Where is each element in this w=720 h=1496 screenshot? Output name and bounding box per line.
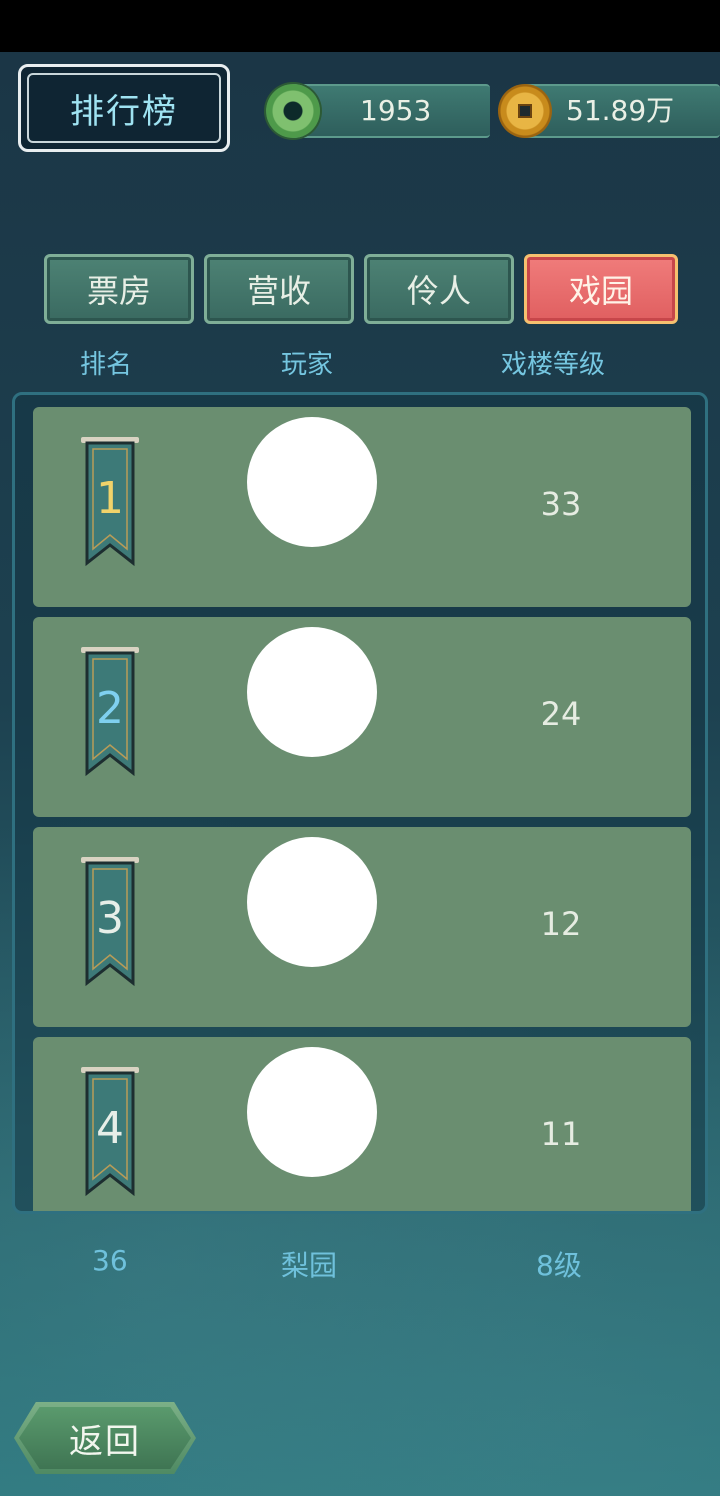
column-header-level: 戏楼等级 xyxy=(501,350,606,380)
theater-level: 12 xyxy=(540,905,582,943)
rank-number: 3 xyxy=(96,893,124,944)
avatar[interactable] xyxy=(247,627,377,757)
rank-number: 4 xyxy=(96,1103,124,1154)
coin-currency-value: 51.89万 xyxy=(566,94,675,127)
tab-label: 伶人 xyxy=(406,272,471,310)
ranking-row[interactable]: 3 12 xyxy=(33,827,691,1027)
rank-number: 2 xyxy=(96,683,124,734)
my-level: 8级 xyxy=(536,1249,582,1282)
page-title: 排行榜 xyxy=(70,91,178,132)
jade-currency-value: 1953 xyxy=(360,94,432,127)
ranking-list[interactable]: 1 33 2 24 3 12 4 11 xyxy=(12,392,708,1214)
tab-box-office[interactable]: 票房 xyxy=(44,254,194,324)
page-title-plate: 排行榜 xyxy=(18,64,230,152)
tab-label: 戏园 xyxy=(568,272,633,310)
tab-revenue[interactable]: 营收 xyxy=(204,254,354,324)
jade-disc-icon xyxy=(266,84,320,138)
theater-level: 24 xyxy=(540,695,582,733)
theater-level: 33 xyxy=(540,485,582,523)
theater-level: 11 xyxy=(540,1115,582,1153)
avatar[interactable] xyxy=(247,837,377,967)
back-button-label: 返回 xyxy=(69,1421,141,1462)
ranking-row[interactable]: 4 11 xyxy=(33,1037,691,1211)
tab-performers[interactable]: 伶人 xyxy=(364,254,514,324)
rank-number: 1 xyxy=(96,473,124,524)
ranking-row[interactable]: 2 24 xyxy=(33,617,691,817)
avatar[interactable] xyxy=(247,417,377,547)
tab-theater[interactable]: 戏园 xyxy=(524,254,678,324)
column-header-player: 玩家 xyxy=(281,350,334,380)
my-rank: 36 xyxy=(92,1244,128,1277)
my-name: 梨园 xyxy=(281,1249,338,1282)
ranking-row[interactable]: 1 33 xyxy=(33,407,691,607)
jade-currency-bar: 1953 xyxy=(290,84,490,138)
avatar[interactable] xyxy=(247,1047,377,1177)
column-header-rank: 排名 xyxy=(80,350,133,380)
tab-label: 营收 xyxy=(246,272,311,310)
copper-coin-icon xyxy=(498,84,552,138)
back-button[interactable]: 返回 xyxy=(14,1402,196,1474)
status-bar xyxy=(0,0,720,52)
tab-label: 票房 xyxy=(86,272,151,310)
